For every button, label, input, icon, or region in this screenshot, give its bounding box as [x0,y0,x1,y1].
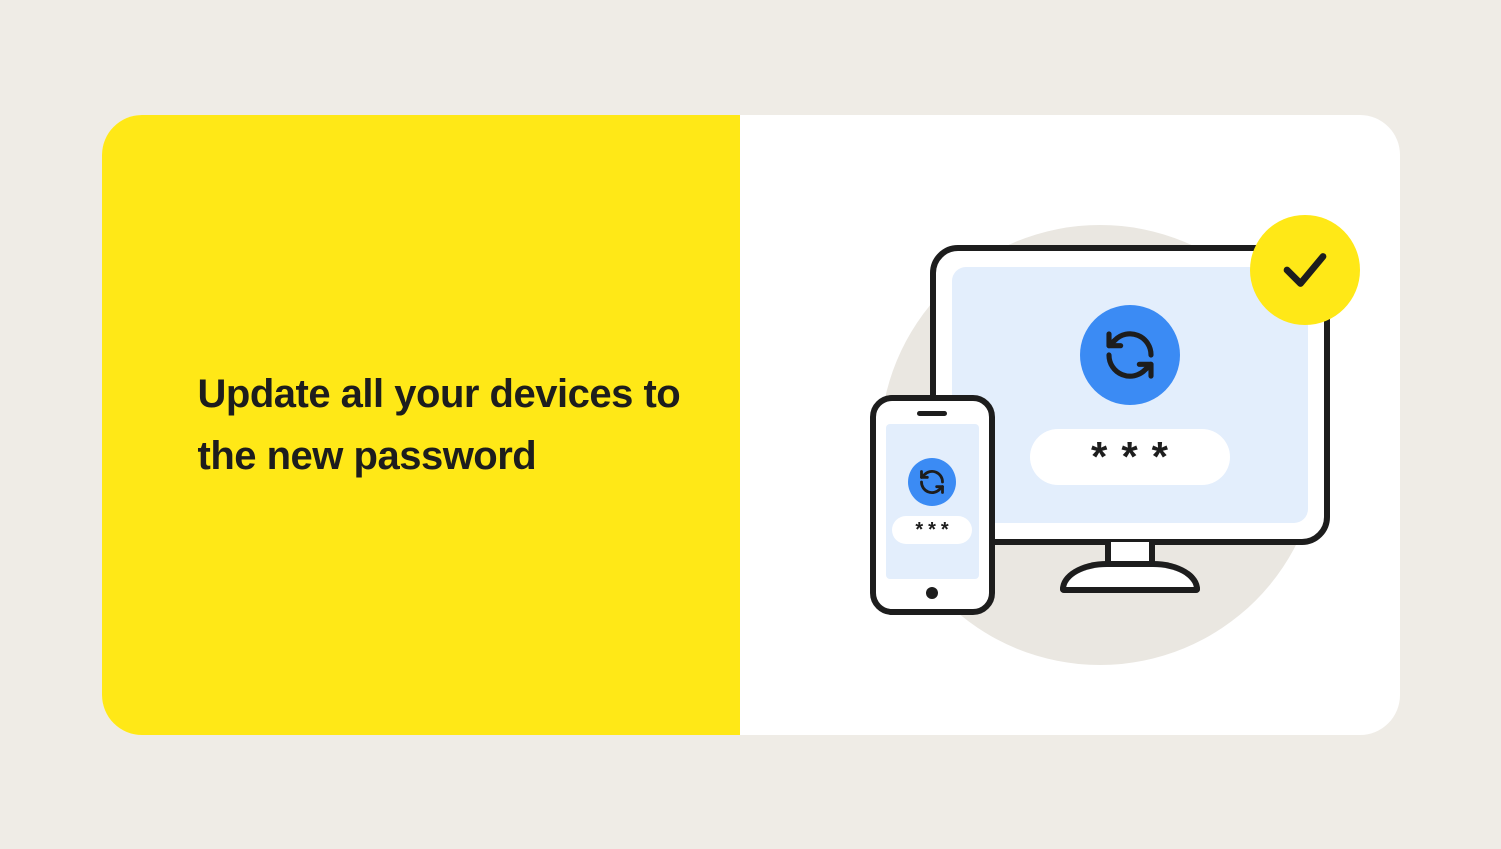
phone-screen: *** [886,424,979,579]
monitor-screen: *** [952,267,1308,523]
monitor-stand [1095,545,1165,593]
phone-home-button [926,587,938,599]
checkmark-icon [1278,243,1332,297]
headline-text: Update all your devices to the new passw… [198,363,740,487]
text-panel: Update all your devices to the new passw… [102,115,740,735]
phone-speaker [917,411,947,416]
sync-icon [908,458,956,506]
illustration-panel: *** [740,115,1400,735]
monitor-password-field: *** [1030,429,1230,485]
devices-illustration: *** [790,195,1350,655]
checkmark-badge [1250,215,1360,325]
info-card: Update all your devices to the new passw… [102,115,1400,735]
sync-icon [1080,305,1180,405]
phone-device: *** [870,395,995,615]
phone-password-field: *** [892,516,972,544]
